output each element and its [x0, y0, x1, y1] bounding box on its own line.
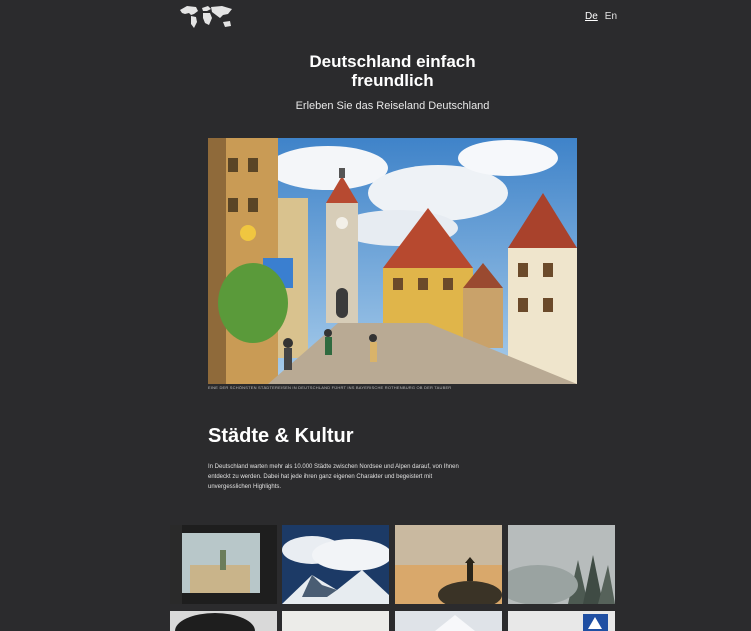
gallery-item-train-window[interactable] [170, 525, 277, 604]
page-title: Deutschland einfach freundlich [309, 52, 476, 90]
gallery-item-tire[interactable] [170, 611, 277, 631]
image-caption: Eine der schönsten Städtereisen in Deuts… [208, 385, 452, 390]
section-text: In Deutschland warten mehr als 10.000 St… [208, 464, 459, 490]
gallery-item-snow[interactable] [282, 611, 389, 631]
gallery-item-snowy-peak[interactable] [395, 611, 502, 631]
language-de-link[interactable]: De [585, 11, 598, 22]
gallery-item-road-sign[interactable] [508, 611, 615, 631]
language-switcher: De En [585, 11, 617, 22]
feature-image [208, 138, 577, 384]
gallery-item-clouds-mountains[interactable] [282, 525, 389, 604]
gallery-item-wolf-sunset[interactable] [395, 525, 502, 604]
gallery-item-misty-forest[interactable] [508, 525, 615, 604]
page-subtitle: Erleben Sie das Reiseland Deutschland [295, 100, 490, 112]
section-title: Städte & Kultur [208, 425, 354, 447]
language-en-link[interactable]: En [605, 11, 617, 22]
world-map-icon[interactable] [178, 3, 234, 31]
